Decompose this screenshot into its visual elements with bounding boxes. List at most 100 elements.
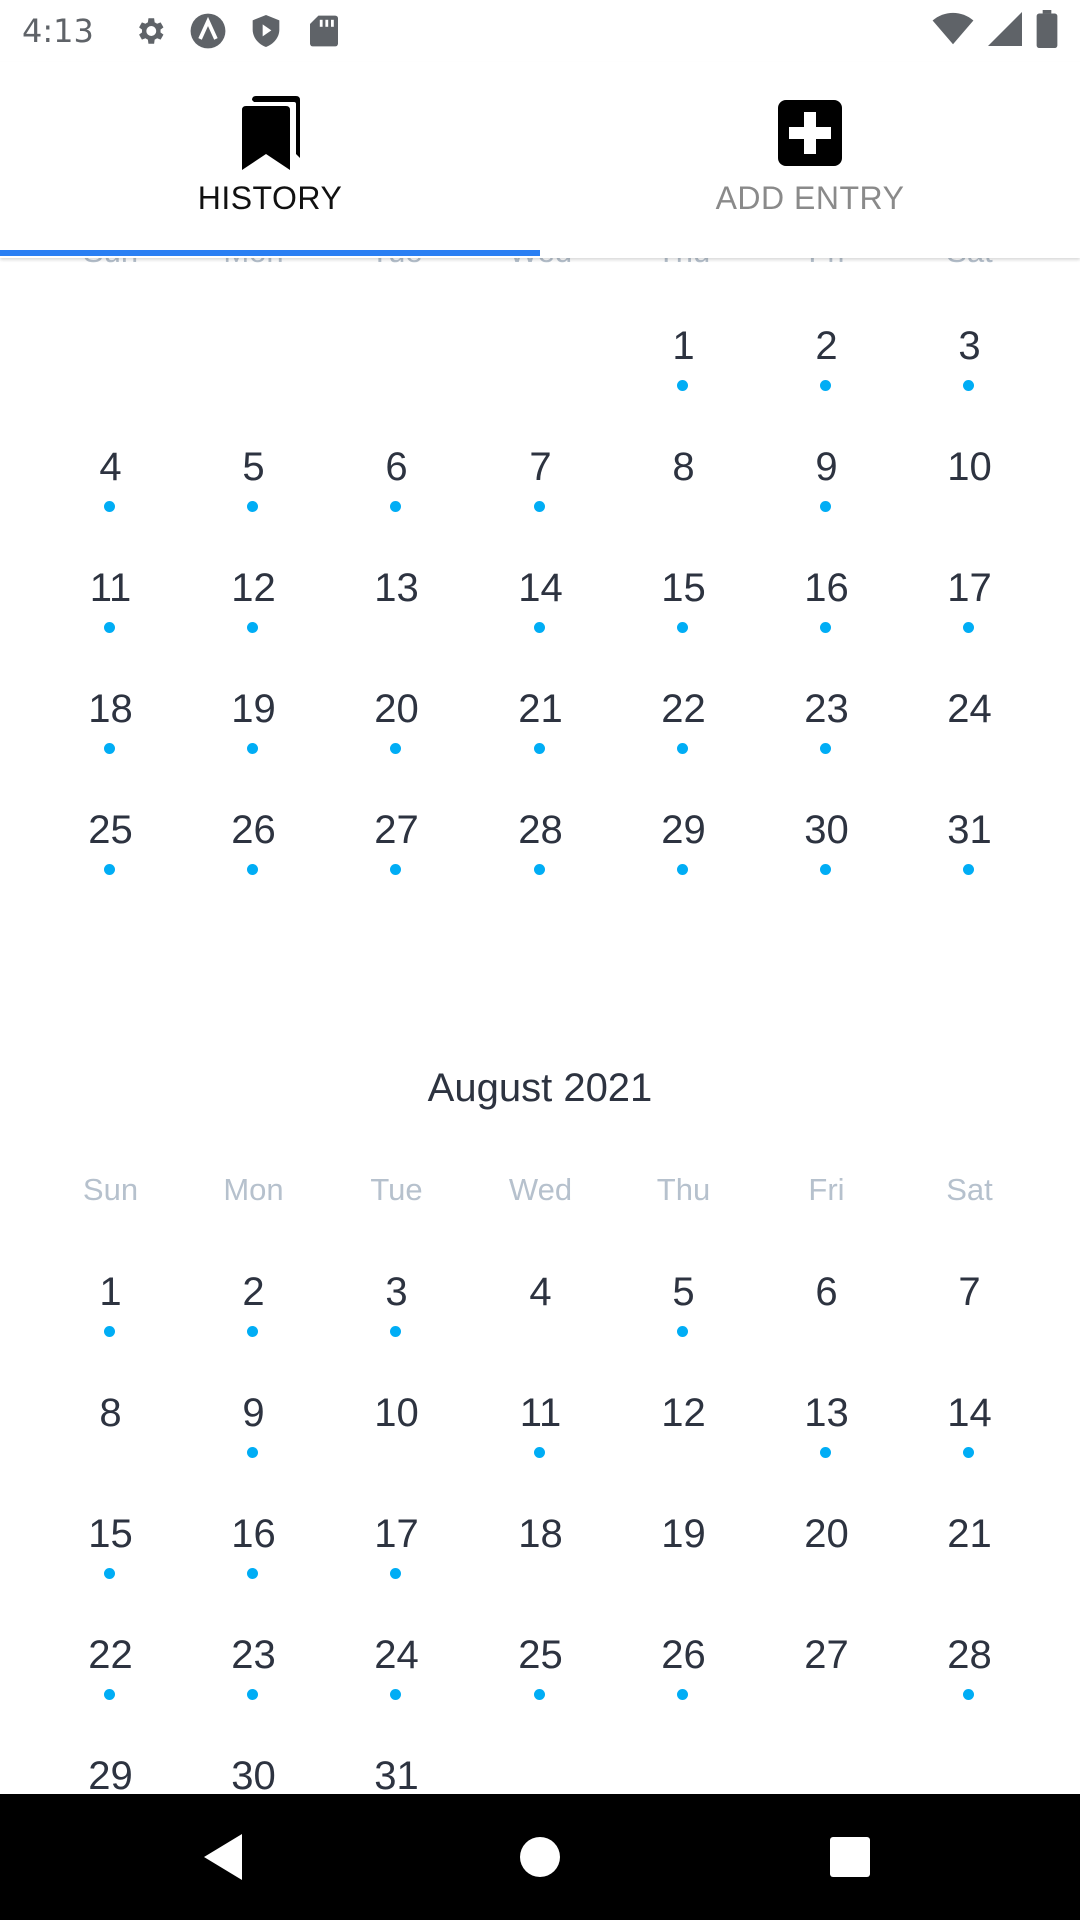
calendar-day[interactable]: 8 [612,443,755,533]
back-icon [204,1834,242,1880]
entry-marker-dot [104,743,115,754]
calendar-day[interactable]: 29 [612,806,755,896]
day-number: 7 [958,1270,981,1314]
calendar-day[interactable]: 24 [325,1631,468,1721]
day-number: 16 [804,566,849,610]
entry-marker-dot [247,501,258,512]
calendar-day[interactable]: 15 [612,564,755,654]
calendar-day[interactable]: 13 [325,564,468,654]
calendar-day[interactable]: 10 [898,443,1041,533]
calendar-day[interactable]: 21 [469,685,612,775]
calendar-day[interactable]: 1 [612,322,755,412]
calendar-day[interactable]: 1 [39,1268,182,1358]
calendar-day[interactable]: 11 [39,564,182,654]
calendar-day[interactable]: 24 [898,685,1041,775]
entry-marker-dot [820,380,831,391]
calendar-day[interactable]: 20 [755,1510,898,1600]
day-number: 8 [99,1391,122,1435]
calendar-day[interactable]: 7 [469,443,612,533]
day-number: 15 [88,1512,133,1556]
tab-add-entry-label: ADD ENTRY [715,180,905,216]
day-number: 31 [947,808,992,852]
calendar-day[interactable]: 31 [325,1752,468,1794]
calendar-day[interactable]: 22 [612,685,755,775]
day-number: 1 [672,324,695,368]
day-number: 9 [242,1391,265,1435]
calendar-day[interactable]: 29 [39,1752,182,1794]
calendar-day[interactable]: 2 [755,322,898,412]
day-number: 4 [529,1270,552,1314]
back-button[interactable] [194,1827,254,1887]
calendar-day[interactable]: 12 [612,1389,755,1479]
weekday-label: Sat [946,1172,993,1207]
day-number: 30 [804,808,849,852]
calendar-day[interactable]: 5 [612,1268,755,1358]
status-time: 4:13 [22,12,94,50]
entry-marker-dot [534,1447,545,1458]
calendar-list[interactable]: SunMonTueWedThuFriSat1234567891011121314… [0,0,1080,1794]
calendar-day[interactable]: 6 [325,443,468,533]
calendar-day[interactable]: 23 [182,1631,325,1721]
calendar-day[interactable]: 30 [182,1752,325,1794]
home-button[interactable] [510,1827,570,1887]
tab-add-entry[interactable]: ADD ENTRY [540,62,1080,258]
tab-history[interactable]: HISTORY [0,62,540,258]
calendar-day[interactable]: 19 [182,685,325,775]
calendar-day[interactable]: 15 [39,1510,182,1600]
calendar-day[interactable]: 13 [755,1389,898,1479]
calendar-day[interactable]: 12 [182,564,325,654]
calendar-day[interactable]: 25 [39,806,182,896]
calendar-day[interactable]: 22 [39,1631,182,1721]
calendar-day[interactable]: 30 [755,806,898,896]
calendar-day[interactable]: 6 [755,1268,898,1358]
calendar-day[interactable]: 14 [469,564,612,654]
calendar-day[interactable]: 31 [898,806,1041,896]
entry-marker-dot [677,380,688,391]
calendar-day[interactable]: 28 [898,1631,1041,1721]
calendar-day[interactable]: 18 [39,685,182,775]
calendar-day[interactable]: 27 [325,806,468,896]
calendar-day[interactable]: 19 [612,1510,755,1600]
entry-marker-dot [247,1689,258,1700]
calendar-day[interactable]: 9 [182,1389,325,1479]
entry-marker-dot [247,1568,258,1579]
calendar-day[interactable]: 16 [755,564,898,654]
day-number: 5 [672,1270,695,1314]
entry-marker-dot [534,743,545,754]
entry-marker-dot [534,501,545,512]
calendar-day[interactable]: 17 [325,1510,468,1600]
calendar-day[interactable]: 18 [469,1510,612,1600]
calendar-day[interactable]: 4 [469,1268,612,1358]
calendar-day[interactable]: 11 [469,1389,612,1479]
calendar-day[interactable]: 26 [612,1631,755,1721]
wifi-icon [932,12,974,51]
entry-marker-dot [963,864,974,875]
calendar-day[interactable]: 14 [898,1389,1041,1479]
day-number: 5 [242,445,265,489]
calendar-day[interactable]: 17 [898,564,1041,654]
calendar-day[interactable]: 23 [755,685,898,775]
calendar-day[interactable]: 3 [898,322,1041,412]
tab-history-label: HISTORY [197,180,343,216]
app-a-icon [186,9,230,53]
calendar-day[interactable]: 8 [39,1389,182,1479]
calendar-day[interactable]: 16 [182,1510,325,1600]
calendar-day[interactable]: 27 [755,1631,898,1721]
calendar-day[interactable]: 3 [325,1268,468,1358]
calendar-day[interactable]: 7 [898,1268,1041,1358]
calendar-day[interactable]: 4 [39,443,182,533]
calendar-day[interactable]: 25 [469,1631,612,1721]
calendar-day[interactable]: 21 [898,1510,1041,1600]
play-protect-icon [244,9,288,53]
calendar-day[interactable]: 9 [755,443,898,533]
calendar-day[interactable]: 5 [182,443,325,533]
calendar-day[interactable]: 28 [469,806,612,896]
recents-button[interactable] [820,1827,880,1887]
calendar-day[interactable]: 10 [325,1389,468,1479]
calendar-day[interactable]: 2 [182,1268,325,1358]
calendar-day[interactable]: 26 [182,806,325,896]
calendar-day[interactable]: 20 [325,685,468,775]
entry-marker-dot [534,622,545,633]
home-icon [520,1837,560,1877]
day-number: 3 [958,324,981,368]
